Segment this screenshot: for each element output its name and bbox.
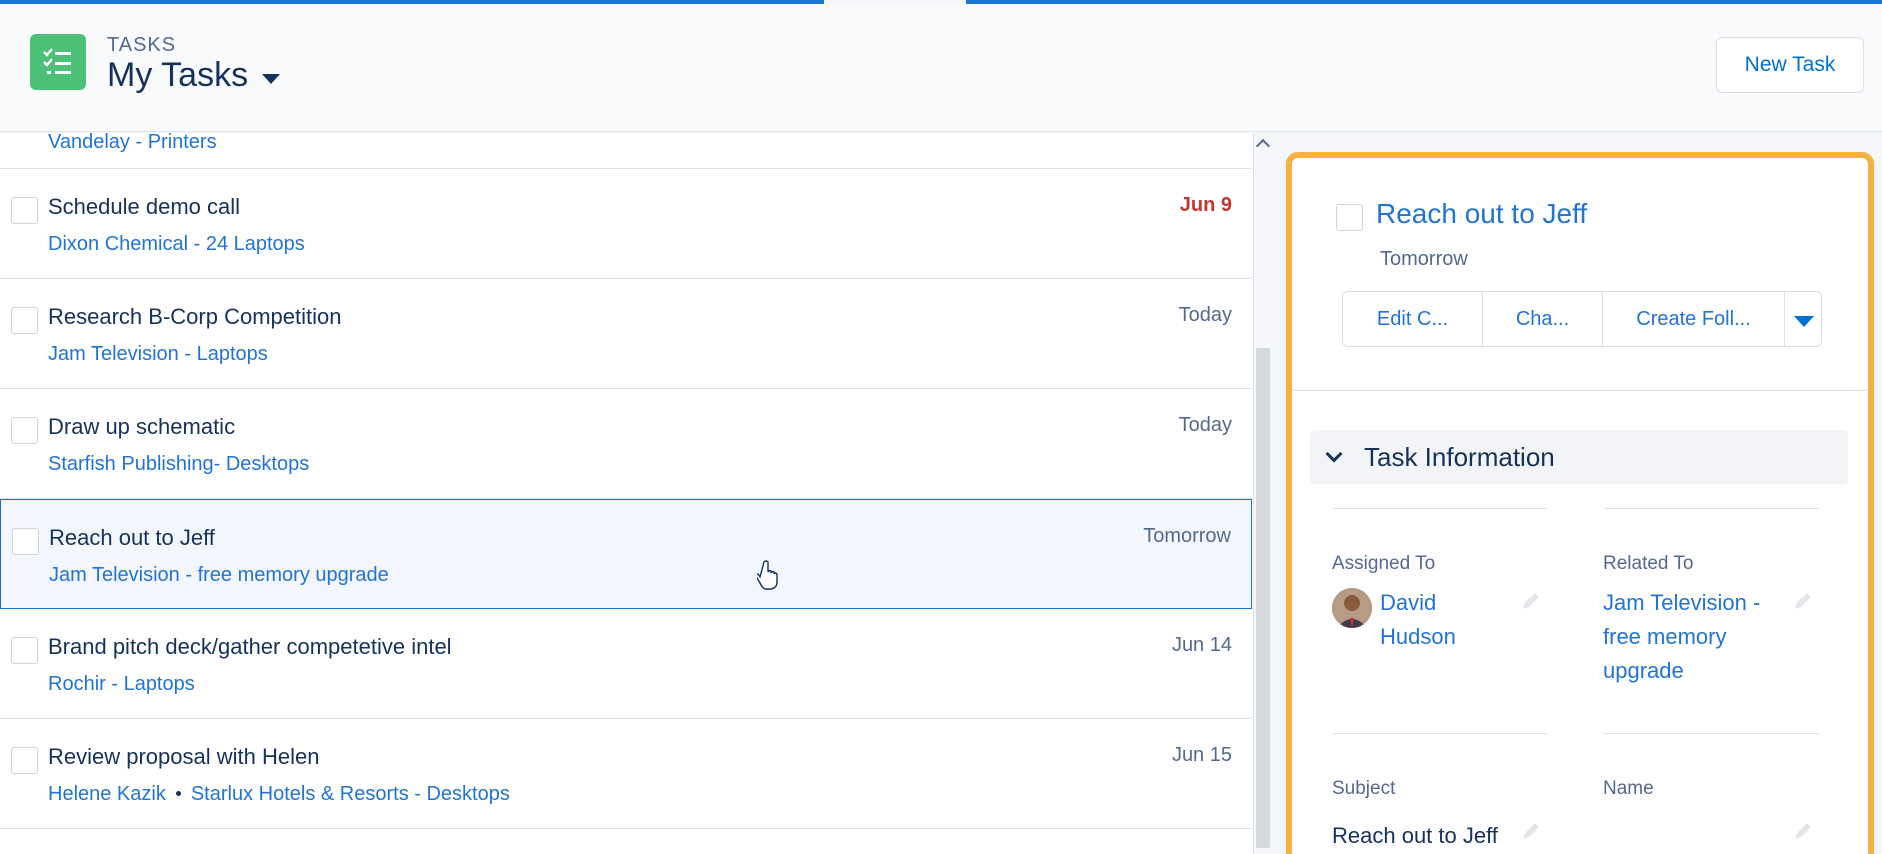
related-link[interactable]: Helene Kazik	[48, 783, 166, 805]
related-to-label: Related To	[1603, 553, 1694, 574]
pencil-icon[interactable]	[1520, 820, 1542, 842]
task-detail-panel: Reach out to Jeff Tomorrow Edit C... Cha…	[1286, 152, 1874, 854]
chevron-down-icon[interactable]	[262, 73, 281, 84]
name-label: Name	[1603, 778, 1654, 799]
hand-cursor-icon	[757, 560, 778, 590]
task-list: Vandelay - Printers Schedule demo call Di…	[0, 133, 1254, 854]
pencil-icon[interactable]	[1520, 590, 1542, 612]
detail-due-date: Tomorrow	[1380, 248, 1468, 270]
action-button-group: Edit C... Cha... Create Foll...	[1342, 291, 1822, 347]
separator-dot	[175, 790, 181, 796]
assigned-to-line: David	[1380, 590, 1437, 615]
task-due-date: Today	[1178, 414, 1232, 436]
divider	[1292, 390, 1868, 391]
task-subject[interactable]: Review proposal with Helen	[48, 744, 319, 770]
related-link[interactable]: Vandelay - Printers	[48, 133, 217, 154]
assigned-to-line: Hudson	[1380, 624, 1456, 649]
related-link[interactable]: Starfish Publishing- Desktops	[48, 453, 309, 475]
more-actions-button[interactable]	[1785, 292, 1821, 346]
task-related: Rochir - Laptops	[48, 673, 195, 696]
task-subject[interactable]: Research B-Corp Competition	[48, 304, 341, 330]
related-to-line: Jam Television -	[1603, 590, 1761, 615]
task-row[interactable]: Review proposal with Helen Helene Kazik St…	[0, 719, 1252, 829]
task-complete-checkbox[interactable]	[1336, 204, 1363, 231]
page-title: My Tasks	[107, 56, 249, 94]
task-due-date: Jun 9	[1179, 194, 1232, 216]
task-row[interactable]: Schedule demo call Dixon Chemical - 24 La…	[0, 169, 1252, 279]
task-related: Jam Television - Laptops	[48, 343, 268, 366]
field-divider	[1332, 508, 1548, 509]
assigned-to-label: Assigned To	[1332, 553, 1436, 574]
detail-title[interactable]: Reach out to Jeff	[1376, 198, 1587, 230]
task-due-date: Tomorrow	[1143, 525, 1231, 547]
related-link[interactable]: Jam Television - free memory upgrade	[49, 564, 389, 586]
task-checkbox[interactable]	[11, 747, 38, 774]
task-related: Helene Kazik Starlux Hotels & Resorts - D…	[48, 783, 510, 806]
task-subject[interactable]: Schedule demo call	[48, 194, 240, 220]
task-row[interactable]: Research B-Corp Competition Jam Televisio…	[0, 279, 1252, 389]
task-checkbox[interactable]	[11, 637, 38, 664]
page-header: TASKS My Tasks New Task	[0, 4, 1882, 132]
scroll-thumb[interactable]	[1256, 348, 1270, 848]
related-link[interactable]: Rochir - Laptops	[48, 673, 195, 695]
task-related: Starfish Publishing- Desktops	[48, 453, 309, 476]
create-follow-up-button[interactable]: Create Foll...	[1603, 292, 1785, 346]
related-link[interactable]: Jam Television - Laptops	[48, 343, 268, 365]
task-checkbox[interactable]	[12, 528, 39, 555]
change-status-button[interactable]: Cha...	[1483, 292, 1603, 346]
new-task-button[interactable]: New Task	[1716, 37, 1864, 93]
pencil-icon[interactable]	[1792, 590, 1814, 612]
task-row[interactable]: Reach out to Jeff Jam Television - free m…	[0, 499, 1252, 609]
avatar	[1332, 588, 1372, 628]
task-due-date: Today	[1178, 304, 1232, 326]
task-information-section-header[interactable]: Task Information	[1310, 430, 1848, 484]
task-checkbox[interactable]	[11, 417, 38, 444]
task-related: Jam Television - free memory upgrade	[49, 564, 389, 587]
related-to-link[interactable]: Jam Television - free memory upgrade	[1603, 586, 1760, 688]
task-subject[interactable]: Reach out to Jeff	[49, 525, 215, 551]
task-row[interactable]: Brand pitch deck/gather competetive inte…	[0, 609, 1252, 719]
object-label: TASKS	[107, 34, 177, 56]
task-due-date: Jun 15	[1171, 744, 1232, 766]
scroll-up-icon[interactable]	[1255, 138, 1271, 154]
chevron-down-icon	[1794, 316, 1814, 327]
task-subject[interactable]: Draw up schematic	[48, 414, 235, 440]
task-related: Dixon Chemical - 24 Laptops	[48, 233, 305, 256]
list-item[interactable]: Vandelay - Printers	[0, 133, 1252, 169]
chevron-down-icon	[1325, 445, 1343, 463]
pencil-icon[interactable]	[1792, 820, 1814, 842]
section-title: Task Information	[1364, 442, 1555, 472]
assigned-to-link[interactable]: David Hudson	[1380, 586, 1456, 654]
list-view-switcher[interactable]: My Tasks	[107, 56, 281, 95]
task-list-icon	[30, 34, 86, 90]
task-row[interactable]: Draw up schematic Starfish Publishing- De…	[0, 389, 1252, 499]
task-subject[interactable]: Brand pitch deck/gather competetive inte…	[48, 634, 452, 660]
related-link[interactable]: Starlux Hotels & Resorts - Desktops	[191, 783, 510, 805]
task-checkbox[interactable]	[11, 197, 38, 224]
related-to-line: upgrade	[1603, 658, 1684, 683]
related-link[interactable]: Dixon Chemical - 24 Laptops	[48, 233, 305, 255]
task-checkbox[interactable]	[11, 307, 38, 334]
list-scrollbar[interactable]	[1254, 133, 1272, 854]
subject-label: Subject	[1332, 778, 1396, 799]
edit-comments-button[interactable]: Edit C...	[1343, 292, 1483, 346]
field-divider	[1603, 508, 1819, 509]
related-to-line: free memory	[1603, 624, 1727, 649]
subject-value: Reach out to Jeff	[1332, 823, 1498, 848]
field-divider	[1332, 733, 1548, 734]
field-divider	[1603, 733, 1819, 734]
task-due-date: Jun 14	[1171, 634, 1232, 656]
